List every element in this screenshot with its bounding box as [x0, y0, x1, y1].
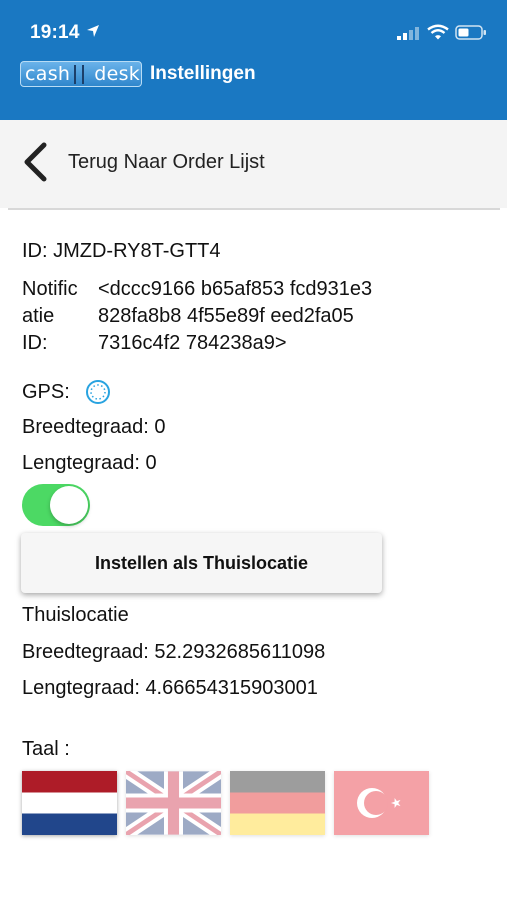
language-label: Taal : [22, 738, 70, 760]
status-bar: 19:14 [0, 0, 507, 62]
language-flags [22, 771, 438, 835]
home-longitude: Lengtegraad: 4.66654315903001 [22, 677, 318, 699]
status-time: 19:14 [30, 22, 80, 43]
cashdesk-logo: cash desk [20, 61, 142, 87]
cellular-signal-icon [397, 27, 419, 40]
notification-id-label: Notific atie ID: [22, 278, 78, 354]
app-header: 19:14 cash desk Instellingen [0, 0, 507, 120]
gps-latitude: Breedtegraad: 0 [22, 416, 166, 438]
flag-nl-button[interactable] [22, 771, 117, 835]
union-jack-icon [126, 771, 221, 835]
crescent-star-icon [357, 788, 401, 818]
brand: cash desk [20, 61, 142, 87]
flag-en-button[interactable] [126, 771, 221, 835]
flag-tr-button[interactable] [334, 771, 429, 835]
gps-toggle[interactable] [22, 484, 90, 526]
battery-icon [455, 25, 486, 40]
notification-id-value: <dccc9166 b65af853 fcd931e3 828fa8b8 4f5… [98, 278, 373, 354]
set-home-location-label: Instellen als Thuislocatie [94, 552, 309, 573]
home-latitude: Breedtegraad: 52.2932685611098 [22, 641, 326, 663]
home-location-title: Thuislocatie [22, 604, 129, 626]
wifi-icon [427, 24, 449, 40]
location-arrow-icon [87, 25, 99, 37]
flag-de-button[interactable] [230, 771, 325, 835]
gps-label: GPS: [22, 380, 70, 403]
divider [8, 208, 500, 210]
loading-spinner-icon [85, 380, 110, 404]
page-title: Instellingen [150, 63, 256, 84]
gps-row: GPS: [22, 378, 112, 406]
device-id: ID: JMZD-RY8T-GTT4 [22, 240, 221, 262]
set-home-location-button[interactable]: Instellen als Thuislocatie [21, 533, 382, 593]
back-button-label: Terug Naar Order Lijst [68, 150, 265, 173]
toggle-knob [50, 486, 88, 524]
chevron-left-icon [24, 142, 47, 182]
gps-longitude: Lengtegraad: 0 [22, 452, 157, 474]
back-to-order-list-button[interactable]: Terug Naar Order Lijst [20, 140, 320, 184]
